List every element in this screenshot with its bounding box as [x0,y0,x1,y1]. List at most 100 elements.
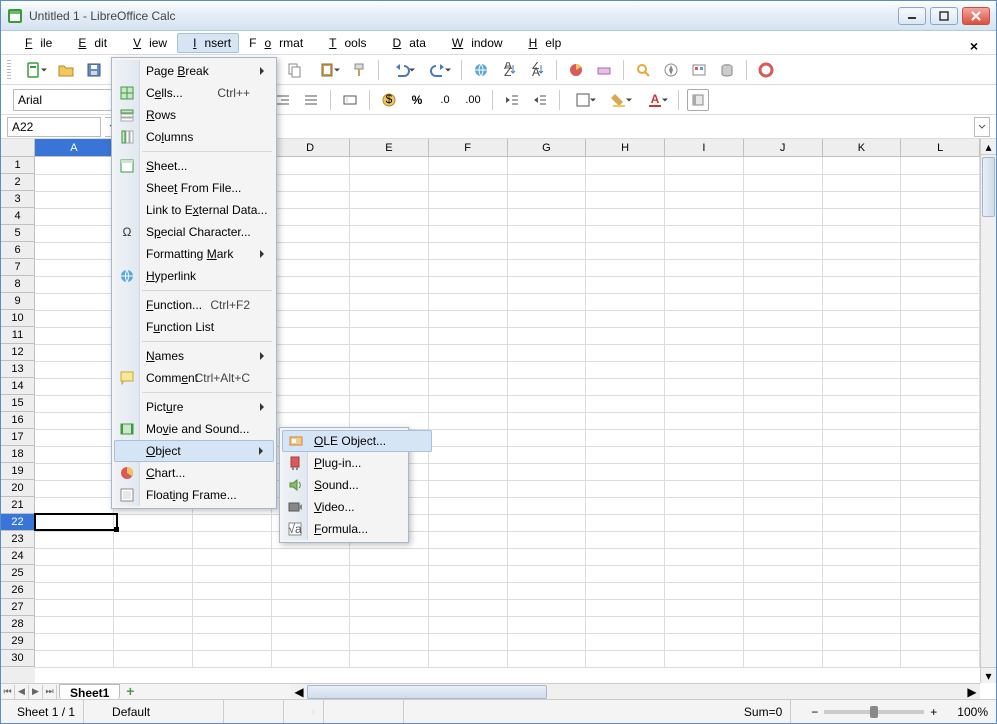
menu-item-sound[interactable]: Sound... [282,474,432,496]
cell[interactable] [665,259,744,276]
menu-item-sheet-from-file[interactable]: Sheet From File... [114,177,274,199]
cell[interactable] [901,514,980,531]
cell[interactable] [665,463,744,480]
cell[interactable] [586,259,665,276]
cell[interactable] [901,310,980,327]
horizontal-scrollbar[interactable]: ◀ ▶ [291,683,980,699]
menu-item-function-list[interactable]: Function List [114,316,274,338]
cell[interactable] [271,361,350,378]
cell[interactable] [350,276,429,293]
menu-item-movie-and-sound[interactable]: Movie and Sound... [114,418,274,440]
cell[interactable] [822,293,901,310]
cell[interactable] [743,327,822,344]
menu-insert[interactable]: Insert [177,33,239,53]
cell[interactable] [901,174,980,191]
cell[interactable] [665,276,744,293]
tab-nav-first[interactable]: ⏮ [1,685,15,699]
cell[interactable] [822,497,901,514]
cell[interactable] [586,361,665,378]
cell[interactable] [35,276,114,293]
cell[interactable] [586,565,665,582]
cell[interactable] [586,599,665,616]
cell[interactable] [114,650,193,667]
row-header-25[interactable]: 25 [1,565,35,582]
row-header-27[interactable]: 27 [1,599,35,616]
align-justify-button[interactable] [300,89,322,111]
menu-item-hyperlink[interactable]: Hyperlink [114,265,274,287]
cell[interactable] [114,633,193,650]
cell[interactable] [822,378,901,395]
cell[interactable] [743,174,822,191]
cell[interactable] [429,208,508,225]
row-header-30[interactable]: 30 [1,650,35,667]
bgcolor-button[interactable] [604,89,634,111]
cell[interactable] [665,565,744,582]
cell[interactable] [822,191,901,208]
cell[interactable] [350,599,429,616]
tab-nav-last[interactable]: ⏭ [43,685,57,699]
cell[interactable] [507,633,586,650]
cell[interactable] [35,616,114,633]
cell[interactable] [429,276,508,293]
cell[interactable] [665,429,744,446]
cell[interactable] [586,650,665,667]
cell[interactable] [429,293,508,310]
cell[interactable] [429,361,508,378]
cell[interactable] [35,344,114,361]
cell[interactable] [586,293,665,310]
cell[interactable] [586,344,665,361]
cell[interactable] [507,480,586,497]
cell[interactable] [271,395,350,412]
cell[interactable] [586,480,665,497]
cell[interactable] [743,310,822,327]
cell[interactable] [429,191,508,208]
menu-item-picture[interactable]: Picture [114,396,274,418]
add-decimal-button[interactable]: .0 [434,89,456,111]
cell[interactable] [901,293,980,310]
cell[interactable] [665,599,744,616]
cell[interactable] [429,378,508,395]
cell[interactable] [822,242,901,259]
cell[interactable] [901,548,980,565]
cell[interactable] [822,429,901,446]
cell[interactable] [586,174,665,191]
cell[interactable] [429,259,508,276]
cell[interactable] [350,616,429,633]
cell[interactable] [35,225,114,242]
cell[interactable] [822,446,901,463]
cell[interactable] [271,242,350,259]
cell[interactable] [822,599,901,616]
cell[interactable] [743,208,822,225]
cell[interactable] [35,497,114,514]
cell[interactable] [271,174,350,191]
cell[interactable] [507,344,586,361]
menu-item-link-to-external-data[interactable]: Link to External Data... [114,199,274,221]
column-header-L[interactable]: L [901,139,980,156]
cell[interactable] [586,463,665,480]
cell[interactable] [271,208,350,225]
cell[interactable] [586,157,665,174]
cell[interactable] [350,344,429,361]
open-button[interactable] [55,59,77,81]
menu-item-plug-in[interactable]: Plug-in... [282,452,432,474]
cell[interactable] [822,174,901,191]
cell[interactable] [429,242,508,259]
cell[interactable] [586,242,665,259]
cell[interactable] [901,616,980,633]
cell[interactable] [901,497,980,514]
cell[interactable] [350,191,429,208]
cell[interactable] [35,327,114,344]
navigator-button[interactable] [660,59,682,81]
column-header-E[interactable]: E [350,139,429,156]
cell[interactable] [350,378,429,395]
cell[interactable] [507,463,586,480]
cell[interactable] [429,429,508,446]
cell[interactable] [429,616,508,633]
sort-asc-button[interactable]: AZ [498,59,520,81]
cell[interactable] [271,344,350,361]
cell[interactable] [665,497,744,514]
tab-nav-next[interactable]: ▶ [29,685,43,699]
cell[interactable] [822,514,901,531]
cell[interactable] [350,395,429,412]
cell[interactable] [901,378,980,395]
